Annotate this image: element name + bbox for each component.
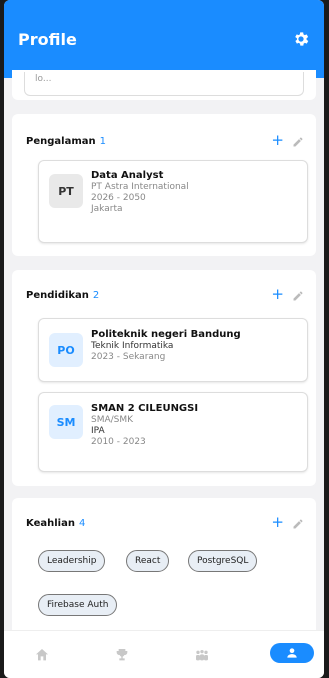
pencil-icon[interactable] [292,518,304,530]
pencil-icon[interactable] [292,136,304,148]
skills-title: Keahlian 4 [26,518,85,529]
gear-icon[interactable] [292,30,310,48]
add-education-button[interactable]: + [271,287,284,302]
skill-chip[interactable]: PostgreSQL [188,550,258,572]
education-period: 2023 - Sekarang [91,352,166,362]
skill-chip[interactable]: Leadership [38,550,106,572]
skill-chip[interactable]: React [126,550,170,572]
education-title-text: Pendidikan [26,290,89,301]
previous-card-inner: lo... [24,72,304,96]
education-title: Pendidikan 2 [26,290,99,301]
education-item[interactable]: SM SMAN 2 CILEUNGSI SMA/SMK IPA 2010 - 2… [38,392,308,472]
education-major: IPA [91,426,105,436]
skills-count: 4 [78,518,86,529]
experience-position: Data Analyst [91,170,164,181]
trophy-icon[interactable] [114,647,130,663]
education-item[interactable]: PO Politeknik negeri Bandung Teknik Info… [38,318,308,382]
experience-location: Jakarta [91,204,123,214]
experience-title-text: Pengalaman [26,136,96,147]
experience-company: PT Astra International [91,182,189,192]
experience-item[interactable]: PT Data Analyst PT Astra International 2… [38,160,308,243]
education-count: 2 [92,290,100,301]
pencil-icon[interactable] [292,290,304,302]
app-header: Profile [4,0,324,78]
education-level: SMA/SMK [91,415,134,425]
education-school: Politeknik negeri Bandung [91,329,241,340]
education-period: 2010 - 2023 [91,437,146,447]
nav-active-indicator[interactable] [270,643,314,663]
people-icon[interactable] [194,647,210,663]
experience-title: Pengalaman 1 [26,136,106,147]
home-icon[interactable] [34,647,50,663]
page-title: Profile [18,30,77,49]
profile-icon[interactable] [285,646,299,660]
skills-card: Keahlian 4 + Leadership React PostgreSQL … [12,498,316,638]
education-major: Teknik Informatika [91,341,174,351]
experience-count: 1 [99,136,106,147]
education-school: SMAN 2 CILEUNGSI [91,403,199,414]
bottom-nav [4,630,324,678]
previous-card: lo... [12,70,316,100]
phone-screen: Profile lo... Pengalaman 1 + PT Data Anal… [4,0,324,678]
add-experience-button[interactable]: + [271,133,284,148]
education-badge: SM [49,405,83,439]
skill-chip[interactable]: Firebase Auth [38,594,118,616]
education-badge: PO [49,333,83,367]
skills-title-text: Keahlian [26,518,75,529]
previous-card-text: lo... [35,74,52,84]
experience-badge: PT [49,174,83,208]
experience-period: 2026 - 2050 [91,193,146,203]
add-skill-button[interactable]: + [271,515,284,530]
